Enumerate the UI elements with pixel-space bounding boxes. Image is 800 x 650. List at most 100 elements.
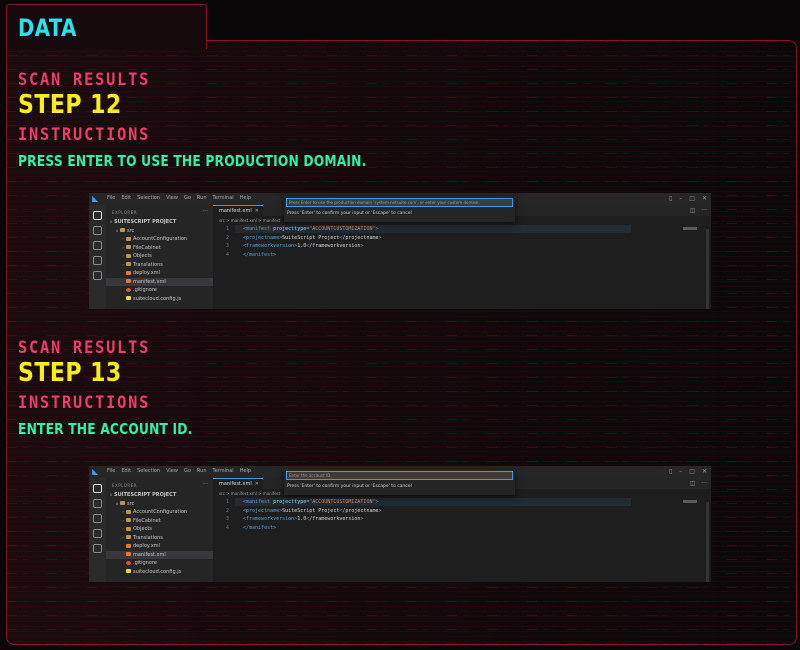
code-line[interactable]: 2 <projectname>SuiteScript Project</proj… [213, 507, 711, 515]
extensions-icon[interactable] [93, 544, 102, 553]
menu-item-terminal[interactable]: Terminal [213, 195, 234, 201]
menu-item-run[interactable]: Run [197, 468, 207, 474]
xml-file-icon [126, 552, 131, 556]
tree-item[interactable]: › Translations [106, 534, 227, 542]
folder-file-icon [126, 262, 131, 266]
editor-controls: ◫ ··· [690, 207, 707, 214]
layout-icon[interactable]: ▯ [669, 195, 672, 202]
explorer-icon[interactable] [93, 484, 102, 493]
code-line[interactable]: 2 <projectname>SuiteScript Project</proj… [213, 234, 711, 242]
menu-item-file[interactable]: File [107, 195, 115, 201]
folder-file-icon [126, 526, 131, 531]
maximize-icon[interactable]: □ [689, 195, 695, 202]
menu-item-terminal[interactable]: Terminal [213, 468, 234, 474]
tree-item[interactable]: › FileCabinet [106, 244, 227, 252]
more-actions-icon[interactable]: ··· [202, 481, 208, 488]
window-controls: ▯ – □ ✕ [669, 195, 707, 202]
close-icon[interactable]: ✕ [702, 468, 707, 475]
close-icon[interactable]: ✕ [702, 195, 707, 202]
line-text: </manifest> [243, 251, 277, 258]
tree-item[interactable]: ∨ SUITESCRIPT PROJECT [106, 491, 215, 499]
code-line[interactable]: 3 <frameworkversion>1.0</frameworkversio… [213, 515, 711, 523]
line-number: 1 [225, 226, 229, 232]
tree-item[interactable]: › FileCabinet [106, 517, 227, 525]
more-actions-icon[interactable]: ··· [701, 207, 707, 214]
menu-item-view[interactable]: View [166, 195, 178, 201]
close-icon[interactable]: ✕ [255, 206, 259, 217]
tree-item[interactable]: ∨ src [106, 227, 221, 235]
tree-item[interactable]: › AccountConfiguration [106, 508, 227, 516]
tree-item-label: FileCabinet [133, 517, 161, 524]
quick-input-field[interactable]: Press Enter to use the production domain… [286, 198, 513, 207]
editor-controls: ◫ ··· [690, 480, 707, 487]
tree-item[interactable]: › Translations [106, 261, 227, 269]
line-text: <frameworkversion>1.0</frameworkversion> [243, 243, 364, 249]
activity-bar [89, 205, 106, 309]
menu-bar: File Edit Selection View Go Run Terminal Help [107, 468, 251, 474]
minimize-icon[interactable]: – [679, 468, 682, 475]
step-title: STEP 12 [18, 90, 122, 120]
menu-item-file[interactable]: File [107, 468, 115, 474]
more-actions-icon[interactable]: ··· [202, 208, 208, 215]
tree-item[interactable]: › AccountConfiguration [106, 235, 227, 243]
menu-item-selection[interactable]: Selection [137, 195, 160, 201]
explorer-icon[interactable] [93, 211, 102, 220]
tree-item-label: src [127, 500, 135, 507]
scrollbar[interactable] [706, 229, 709, 309]
instructions-label: INSTRUCTIONS [18, 125, 151, 145]
split-editor-icon[interactable]: ◫ [690, 480, 696, 487]
source-control-icon[interactable] [93, 241, 102, 250]
tree-item-label: Translations [133, 261, 163, 268]
minimap[interactable] [683, 500, 697, 503]
menu-item-view[interactable]: View [166, 468, 178, 474]
tree-item[interactable]: ∨ src [106, 500, 221, 508]
vscode-screenshot: ◣ File Edit Selection View Go Run Terminal Help ▯… [89, 466, 711, 582]
quick-input-hint: Press 'Enter' to confirm your input or '… [287, 211, 412, 216]
minimap[interactable] [683, 227, 697, 230]
tab-manifest-xml[interactable]: manifest.xml ✕ [213, 478, 263, 489]
maximize-icon[interactable]: □ [689, 468, 695, 475]
quick-input-field[interactable]: Enter the account ID. [286, 471, 513, 480]
explorer-header: EXPLORER [112, 483, 137, 488]
quick-input-palette: Press Enter to use the production domain… [284, 196, 515, 222]
menu-item-selection[interactable]: Selection [137, 468, 160, 474]
folder-file-icon [126, 236, 131, 241]
more-actions-icon[interactable]: ··· [701, 480, 707, 487]
folder-file-icon [126, 509, 131, 514]
menu-item-edit[interactable]: Edit [121, 468, 131, 474]
tree-item[interactable]: › Objects [106, 525, 227, 533]
folder-file-icon [126, 253, 131, 258]
source-control-icon[interactable] [93, 514, 102, 523]
tree-item-label: SUITESCRIPT PROJECT [114, 492, 177, 498]
tree-item-label: Translations [133, 534, 163, 541]
search-icon[interactable] [93, 226, 102, 235]
vscode-logo-icon: ◣ [92, 467, 99, 476]
code-line[interactable]: 3 <frameworkversion>1.0</frameworkversio… [213, 242, 711, 250]
code-line[interactable]: 4 </manifest> [213, 251, 711, 259]
minimize-icon[interactable]: – [679, 195, 682, 202]
run-debug-icon[interactable] [93, 529, 102, 538]
code-line[interactable]: 1 <manifest projecttype="ACCOUNTCUSTOMIZA… [213, 225, 711, 233]
tree-item[interactable]: ∨ SUITESCRIPT PROJECT [106, 218, 215, 226]
code-line[interactable]: 1 <manifest projecttype="ACCOUNTCUSTOMIZA… [213, 498, 711, 506]
scrollbar[interactable] [706, 502, 709, 582]
layout-icon[interactable]: ▯ [669, 468, 672, 475]
tree-item[interactable]: › Objects [106, 252, 227, 260]
line-text: <frameworkversion>1.0</frameworkversion> [243, 516, 364, 522]
menu-item-run[interactable]: Run [197, 195, 207, 201]
run-debug-icon[interactable] [93, 256, 102, 265]
menu-item-help[interactable]: Help [240, 468, 251, 474]
close-icon[interactable]: ✕ [255, 479, 259, 490]
menu-item-go[interactable]: Go [184, 195, 191, 201]
extensions-icon[interactable] [93, 271, 102, 280]
scan-results-label: SCAN RESULTS [18, 70, 151, 90]
tab-manifest-xml[interactable]: manifest.xml ✕ [213, 205, 263, 216]
xml-file-icon [126, 543, 131, 548]
split-editor-icon[interactable]: ◫ [690, 207, 696, 214]
code-line[interactable]: 4 </manifest> [213, 524, 711, 532]
menu-item-go[interactable]: Go [184, 468, 191, 474]
menu-item-edit[interactable]: Edit [121, 195, 131, 201]
tree-item-label: FileCabinet [133, 244, 161, 251]
search-icon[interactable] [93, 499, 102, 508]
menu-item-help[interactable]: Help [240, 195, 251, 201]
